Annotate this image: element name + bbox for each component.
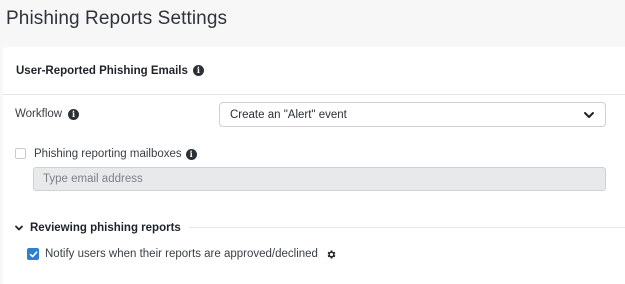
notify-label: Notify users when their reports are appr… bbox=[45, 248, 318, 260]
page-title: Phishing Reports Settings bbox=[6, 8, 228, 29]
workflow-select-value: Create an "Alert" event bbox=[230, 108, 347, 121]
workflow-label: Workflow bbox=[15, 108, 63, 120]
mailboxes-label-row: Phishing reporting mailboxes i bbox=[34, 148, 197, 160]
checkmark-icon bbox=[29, 250, 37, 257]
panel-header: User-Reported Phishing Emails i bbox=[3, 47, 625, 95]
chevron-down-icon bbox=[15, 225, 23, 231]
settings-panel: User-Reported Phishing Emails i Workflow… bbox=[3, 47, 625, 284]
email-address-input[interactable] bbox=[33, 167, 606, 191]
section-title: Reviewing phishing reports bbox=[30, 222, 181, 234]
mailboxes-label: Phishing reporting mailboxes bbox=[34, 148, 182, 160]
workflow-label-row: Workflow i bbox=[15, 108, 80, 120]
info-icon[interactable]: i bbox=[185, 148, 197, 160]
divider bbox=[189, 227, 625, 228]
workflow-select[interactable]: Create an "Alert" event bbox=[219, 102, 606, 127]
info-icon[interactable]: i bbox=[68, 108, 80, 120]
chevron-down-icon bbox=[584, 111, 594, 118]
panel-header-label: User-Reported Phishing Emails bbox=[16, 64, 188, 77]
notify-label-row: Notify users when their reports are appr… bbox=[45, 248, 337, 260]
gear-icon[interactable] bbox=[326, 249, 337, 260]
reviewing-section-toggle[interactable]: Reviewing phishing reports bbox=[14, 222, 181, 234]
info-icon[interactable]: i bbox=[192, 65, 204, 76]
mailboxes-checkbox[interactable] bbox=[15, 148, 26, 159]
notify-checkbox[interactable] bbox=[27, 248, 39, 260]
